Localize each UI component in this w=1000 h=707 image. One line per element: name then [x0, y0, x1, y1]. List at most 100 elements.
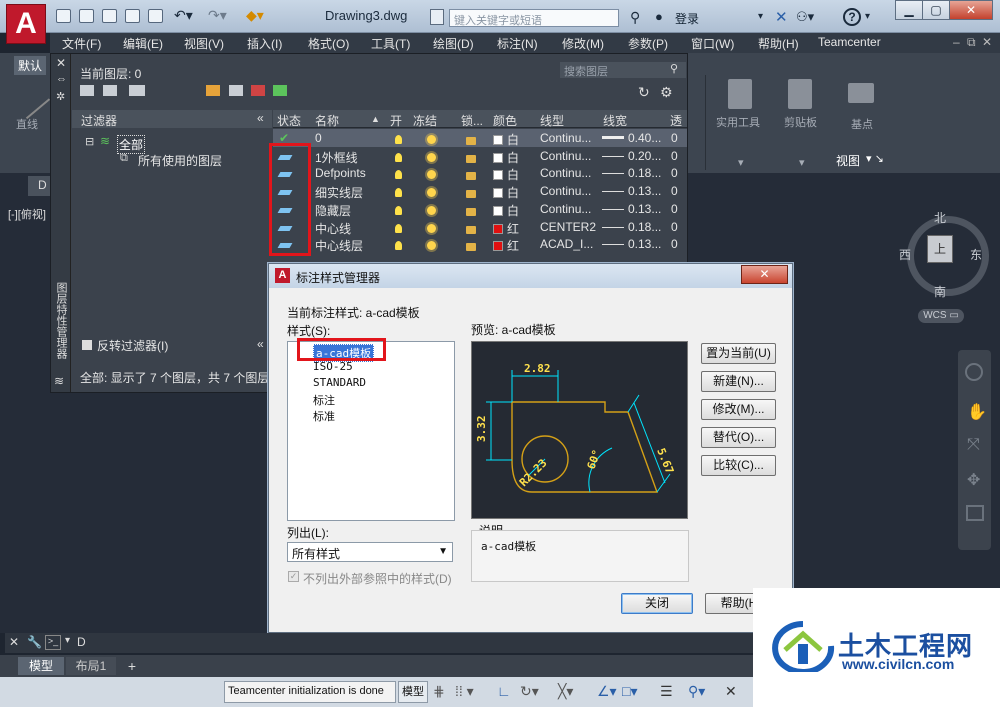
menu-help[interactable]: 帮助(H) — [758, 35, 799, 52]
layer-name[interactable]: 1外框线 — [315, 149, 358, 166]
tab-model[interactable]: 模型 — [18, 657, 64, 675]
steering-wheel-icon[interactable] — [965, 363, 983, 381]
layer-lineweight[interactable]: 0.13... — [602, 184, 661, 198]
clipboard-icon[interactable] — [788, 79, 812, 109]
close-cmd-icon[interactable]: ✕ — [9, 635, 19, 649]
menu-draw[interactable]: 绘图(D) — [433, 35, 474, 52]
layer-transparency[interactable]: 0 — [671, 149, 678, 163]
viewcube-east[interactable]: 东 — [970, 246, 982, 263]
line-tool-label[interactable]: 直线 — [16, 116, 38, 132]
layer-transparency[interactable]: 0 — [671, 166, 678, 180]
save-as-icon[interactable] — [125, 9, 140, 23]
layer-lock-icon[interactable] — [466, 240, 476, 254]
layer-name[interactable]: 0 — [315, 131, 322, 145]
layer-freeze-icon[interactable] — [427, 204, 436, 218]
new-filter-icon[interactable] — [80, 85, 94, 96]
layer-linetype[interactable]: CENTER2 — [540, 220, 596, 234]
exclude-xref-checkbox[interactable]: ✓ — [288, 571, 299, 582]
layer-linetype[interactable]: Continu... — [540, 131, 591, 145]
close-window-button[interactable]: ✕ — [949, 0, 993, 20]
viewport-label[interactable]: [-][俯视] — [8, 206, 46, 222]
base-point-icon[interactable] — [848, 83, 874, 103]
col-transparency[interactable]: 透 — [670, 112, 682, 129]
layer-transparency[interactable]: 0 — [671, 184, 678, 198]
layer-on-icon[interactable] — [395, 151, 402, 165]
layer-transparency[interactable]: 0 — [671, 131, 678, 145]
new-vp-frozen-layer-icon[interactable] — [229, 85, 243, 96]
layer-row[interactable]: 隐藏层 白 Continu... 0.13... 0 — [273, 200, 687, 218]
layer-name[interactable]: 细实线层 — [315, 184, 363, 201]
lineweight-icon[interactable]: ☰ — [660, 683, 673, 700]
doc-close-icon[interactable]: ✕ — [982, 35, 992, 49]
layer-lineweight[interactable]: 0.18... — [602, 220, 661, 234]
layer-search-input[interactable]: 搜索图层 — [560, 62, 686, 78]
ribbon-group-clipboard[interactable]: 剪贴板 — [784, 114, 817, 130]
model-space-button[interactable]: 模型 — [398, 681, 428, 703]
minimize-button[interactable]: ▁ — [895, 0, 923, 20]
style-list-item[interactable]: STANDARD — [313, 376, 366, 389]
undo-icon[interactable]: ↶▾ — [174, 7, 193, 24]
modify-style-button[interactable]: 修改(M)... — [701, 399, 776, 420]
layer-linetype[interactable]: Continu... — [540, 149, 591, 163]
set-current-button[interactable]: 置为当前(U) — [701, 343, 776, 364]
set-current-icon[interactable] — [273, 85, 287, 96]
maximize-button[interactable]: ▢ — [922, 0, 950, 20]
close-button[interactable]: 关闭 — [621, 593, 693, 614]
list-filter-select[interactable]: 所有样式 ▼ — [287, 542, 453, 562]
search-icon[interactable]: ⚲ — [670, 62, 678, 75]
delete-layer-icon[interactable] — [251, 85, 265, 96]
layer-name[interactable]: 隐藏层 — [315, 202, 351, 219]
layer-row[interactable]: Defpoints 白 Continu... 0.18... 0 — [273, 164, 687, 182]
col-on[interactable]: 开 — [390, 112, 402, 129]
help-icon[interactable]: ? — [843, 8, 861, 26]
annotation-scale-icon[interactable]: ⚲▾ — [688, 683, 705, 700]
layer-color[interactable]: 红 — [493, 220, 519, 237]
invert-filter-label[interactable]: 反转过滤器(I) — [97, 337, 168, 354]
menu-format[interactable]: 格式(O) — [308, 35, 349, 52]
isodraft-icon[interactable]: ╳▾ — [558, 683, 573, 700]
layer-freeze-icon[interactable] — [427, 133, 436, 147]
recent-commands-icon[interactable]: ▾ — [65, 635, 70, 646]
layer-freeze-icon[interactable] — [427, 222, 436, 236]
invert-filter-checkbox[interactable] — [82, 340, 92, 350]
layer-linetype[interactable]: Continu... — [540, 202, 591, 216]
layer-lineweight[interactable]: 0.13... — [602, 237, 661, 251]
login-link[interactable]: 登录 — [675, 10, 699, 27]
sort-asc-icon[interactable]: ▲ — [371, 114, 380, 124]
dialog-close-button[interactable]: ✕ — [741, 265, 788, 284]
tree-collapse-icon[interactable]: ⊟ — [85, 135, 94, 148]
col-status[interactable]: 状态 — [277, 112, 301, 129]
layer-on-icon[interactable] — [395, 239, 402, 253]
layer-row[interactable]: ✔ 0 白 Continu... 0.40... 0 — [273, 129, 687, 147]
col-name[interactable]: 名称 — [315, 112, 339, 129]
zoom-icon[interactable]: ⤧ — [967, 436, 980, 454]
showmotion-icon[interactable] — [966, 505, 984, 521]
layer-freeze-icon[interactable] — [427, 168, 436, 182]
wcs-menu[interactable]: WCS ▭ — [918, 309, 964, 323]
ribbon-group-utilities[interactable]: 实用工具 — [716, 114, 760, 130]
orbit-icon[interactable]: ✥ — [967, 470, 980, 490]
menu-modify[interactable]: 修改(M) — [562, 35, 604, 52]
app-logo[interactable]: A — [6, 4, 46, 44]
layer-lineweight[interactable]: 0.40... — [602, 131, 661, 145]
menu-file[interactable]: 文件(F) — [62, 35, 101, 52]
col-lock[interactable]: 锁... — [461, 112, 483, 129]
redo-icon[interactable]: ↷▾ — [208, 7, 227, 24]
col-freeze[interactable]: 冻结 — [413, 112, 437, 129]
new-style-button[interactable]: 新建(N)... — [701, 371, 776, 392]
styles-list[interactable]: a-cad模板 ISO-25 STANDARD 标注 标准 — [287, 341, 455, 521]
calculator-icon[interactable] — [728, 79, 752, 109]
layer-row[interactable]: 中心线层 红 ACAD_I... 0.13... 0 — [273, 235, 687, 253]
osnap-icon[interactable]: □▾ — [622, 683, 637, 700]
layer-lineweight[interactable]: 0.13... — [602, 202, 661, 216]
group-filter-icon[interactable] — [103, 85, 117, 96]
layer-name[interactable]: Defpoints — [315, 166, 366, 180]
view-dropdown-icon[interactable]: ▾ ↘ — [866, 152, 884, 165]
annotation-visibility-icon[interactable]: ✕ — [725, 683, 737, 700]
search-input[interactable]: 键入关键字或短语 — [449, 9, 619, 27]
ribbon-dropdown-icon[interactable]: ▾ — [799, 156, 805, 169]
override-style-button[interactable]: 替代(O)... — [701, 427, 776, 448]
layer-linetype[interactable]: Continu... — [540, 184, 591, 198]
pan-icon[interactable]: ✋ — [967, 402, 987, 422]
layer-on-icon[interactable] — [395, 204, 402, 218]
